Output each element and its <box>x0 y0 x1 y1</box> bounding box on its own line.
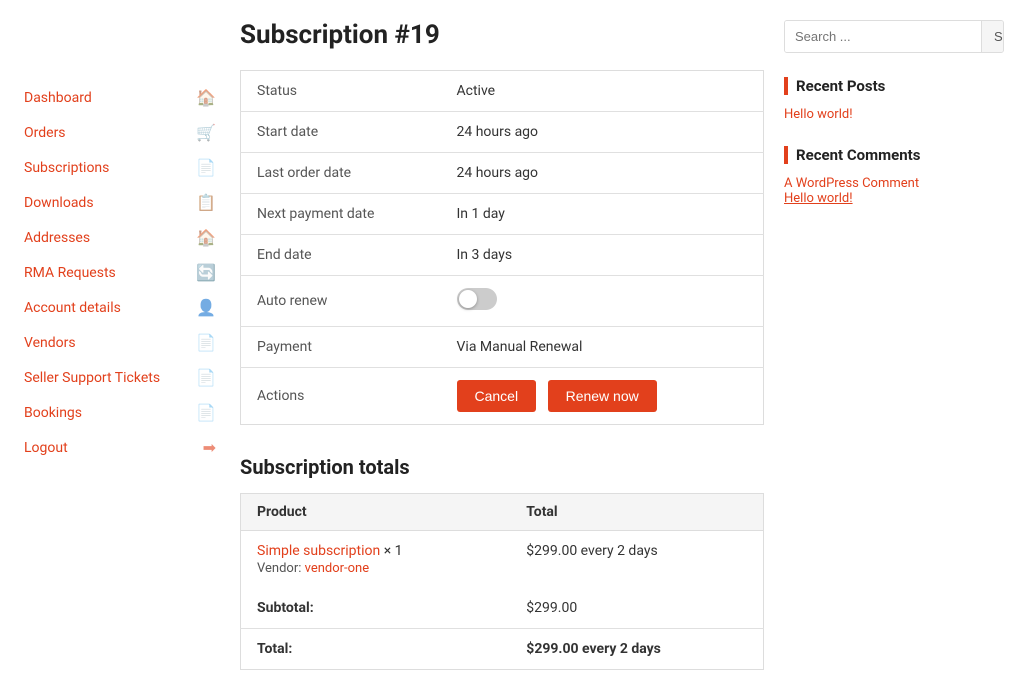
sidebar-label-seller-support-tickets: Seller Support Tickets <box>24 370 196 386</box>
field-value: 24 hours ago <box>441 112 764 153</box>
sidebar-icon-logout: ➡ <box>203 438 216 457</box>
sidebar-label-dashboard: Dashboard <box>24 90 196 106</box>
sidebar-item-account-details[interactable]: Account details 👤 <box>20 290 220 325</box>
subscription-field-row: End date In 3 days <box>241 235 764 276</box>
renew-button[interactable]: Renew now <box>548 380 657 412</box>
recent-comments-title: Recent Comments <box>784 146 1004 164</box>
subscription-field-row: Actions Cancel Renew now <box>241 368 764 425</box>
comment-link[interactable]: Hello world! <box>784 191 853 206</box>
recent-comments-widget: Recent Comments A WordPress Comment Hell… <box>784 146 1004 206</box>
field-label: Auto renew <box>241 276 441 327</box>
col-total: Total <box>510 494 763 531</box>
total-value: $299.00 every 2 days <box>510 629 763 670</box>
total-row: Total: $299.00 every 2 days <box>241 629 764 670</box>
field-value: Active <box>441 71 764 112</box>
sidebar-icon-account-details: 👤 <box>196 298 216 317</box>
field-label: End date <box>241 235 441 276</box>
sidebar-item-rma-requests[interactable]: RMA Requests 🔄 <box>20 255 220 290</box>
field-value <box>441 276 764 327</box>
vendor-link[interactable]: vendor-one <box>305 561 370 576</box>
sidebar-icon-downloads: 📋 <box>196 193 216 212</box>
product-cell: Simple subscription × 1 Vendor: vendor-o… <box>241 531 511 589</box>
subscription-details-table: Status Active Start date 24 hours ago La… <box>240 70 764 425</box>
recent-posts-widget: Recent Posts Hello world! <box>784 77 1004 122</box>
cancel-button[interactable]: Cancel <box>457 380 537 412</box>
field-label: Next payment date <box>241 194 441 235</box>
sidebar-item-seller-support-tickets[interactable]: Seller Support Tickets 📄 <box>20 360 220 395</box>
search-input[interactable] <box>785 21 981 52</box>
comment-text: A WordPress Comment Hello world! <box>784 176 1004 206</box>
page-title: Subscription #19 <box>240 20 764 50</box>
right-sidebar: Sea Recent Posts Hello world! Recent Com… <box>784 20 1004 670</box>
totals-section-title: Subscription totals <box>240 455 764 479</box>
subscription-field-row: Next payment date In 1 day <box>241 194 764 235</box>
subscription-field-row: Status Active <box>241 71 764 112</box>
field-value: In 3 days <box>441 235 764 276</box>
field-label: Last order date <box>241 153 441 194</box>
sidebar-icon-orders: 🛒 <box>196 123 216 142</box>
sidebar-item-vendors[interactable]: Vendors 📄 <box>20 325 220 360</box>
sidebar-icon-seller-support-tickets: 📄 <box>196 368 216 387</box>
field-actions: Cancel Renew now <box>441 368 764 425</box>
sidebar-label-logout: Logout <box>24 440 203 456</box>
product-qty: × 1 <box>384 543 403 559</box>
sidebar-label-rma-requests: RMA Requests <box>24 265 196 281</box>
sidebar-label-bookings: Bookings <box>24 405 196 421</box>
col-product: Product <box>241 494 511 531</box>
auto-renew-toggle[interactable] <box>457 288 497 310</box>
sidebar-item-logout[interactable]: Logout ➡ <box>20 430 220 465</box>
subtotal-row: Subtotal: $299.00 <box>241 588 764 629</box>
field-value: 24 hours ago <box>441 153 764 194</box>
field-label: Payment <box>241 327 441 368</box>
field-label: Status <box>241 71 441 112</box>
search-button[interactable]: Sea <box>981 21 1004 52</box>
sidebar: Dashboard 🏠 Orders 🛒 Subscriptions 📄 Dow… <box>20 20 220 670</box>
total-label: Total: <box>241 629 511 670</box>
sidebar-icon-bookings: 📄 <box>196 403 216 422</box>
recent-posts-title: Recent Posts <box>784 77 1004 95</box>
sidebar-icon-addresses: 🏠 <box>196 228 216 247</box>
subscription-field-row: Auto renew <box>241 276 764 327</box>
subscription-field-row: Last order date 24 hours ago <box>241 153 764 194</box>
sidebar-label-subscriptions: Subscriptions <box>24 160 196 176</box>
sidebar-item-bookings[interactable]: Bookings 📄 <box>20 395 220 430</box>
product-total: $299.00 every 2 days <box>510 531 763 589</box>
subscription-field-row: Start date 24 hours ago <box>241 112 764 153</box>
sidebar-icon-rma-requests: 🔄 <box>196 263 216 282</box>
search-bar: Sea <box>784 20 1004 53</box>
sidebar-label-addresses: Addresses <box>24 230 196 246</box>
field-value: In 1 day <box>441 194 764 235</box>
sidebar-icon-vendors: 📄 <box>196 333 216 352</box>
sidebar-item-addresses[interactable]: Addresses 🏠 <box>20 220 220 255</box>
sidebar-item-dashboard[interactable]: Dashboard 🏠 <box>20 80 220 115</box>
sidebar-item-subscriptions[interactable]: Subscriptions 📄 <box>20 150 220 185</box>
field-label: Actions <box>241 368 441 425</box>
sidebar-label-downloads: Downloads <box>24 195 196 211</box>
subtotal-label: Subtotal: <box>241 588 511 629</box>
totals-row: Simple subscription × 1 Vendor: vendor-o… <box>241 531 764 589</box>
subtotal-value: $299.00 <box>510 588 763 629</box>
sidebar-icon-dashboard: 🏠 <box>196 88 216 107</box>
sidebar-item-downloads[interactable]: Downloads 📋 <box>20 185 220 220</box>
totals-table: Product Total Simple subscription × 1 Ve… <box>240 493 764 670</box>
sidebar-item-orders[interactable]: Orders 🛒 <box>20 115 220 150</box>
product-link[interactable]: Simple subscription <box>257 543 380 559</box>
sidebar-label-account-details: Account details <box>24 300 196 316</box>
vendor-info: Vendor: vendor-one <box>257 561 494 576</box>
main-content: Subscription #19 Status Active Start dat… <box>240 20 764 670</box>
sidebar-label-orders: Orders <box>24 125 196 141</box>
field-label: Start date <box>241 112 441 153</box>
sidebar-label-vendors: Vendors <box>24 335 196 351</box>
subscription-field-row: Payment Via Manual Renewal <box>241 327 764 368</box>
field-value: Via Manual Renewal <box>441 327 764 368</box>
sidebar-icon-subscriptions: 📄 <box>196 158 216 177</box>
recent-post-link[interactable]: Hello world! <box>784 107 1004 122</box>
